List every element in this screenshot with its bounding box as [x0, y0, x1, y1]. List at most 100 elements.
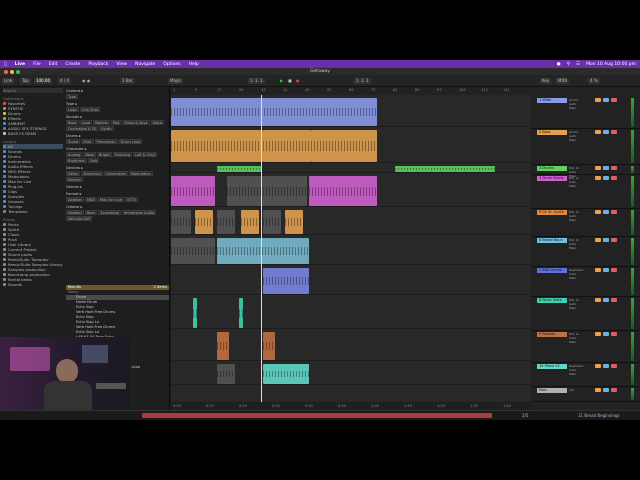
- clip[interactable]: [263, 130, 311, 162]
- control-center-icon[interactable]: ☰: [576, 62, 580, 67]
- metronome-icon[interactable]: ◉ ◉: [80, 78, 92, 84]
- track-name[interactable]: 6 Bread Boun: [537, 238, 567, 243]
- clip[interactable]: [171, 130, 263, 162]
- midi-map-button[interactable]: MIDI: [556, 78, 569, 84]
- link-button[interactable]: Link: [2, 78, 15, 84]
- track-name[interactable]: 1 Wide: [537, 98, 567, 103]
- solo-button[interactable]: [603, 268, 609, 272]
- clip[interactable]: [217, 210, 235, 234]
- track-activator-button[interactable]: [595, 332, 601, 336]
- search-icon[interactable]: ⚲: [567, 62, 570, 67]
- track-header[interactable]: 7 808 Drums Keyboard Auto Main: [531, 267, 640, 297]
- clip[interactable]: [263, 210, 281, 234]
- arrangement-position-field[interactable]: 1. 1. 1: [248, 78, 265, 84]
- menu-edit[interactable]: Edit: [49, 62, 58, 67]
- clip[interactable]: [217, 332, 229, 360]
- menu-playback[interactable]: Playback: [88, 62, 108, 67]
- stop-button[interactable]: ■: [286, 78, 294, 84]
- clip[interactable]: [239, 298, 243, 328]
- track-output[interactable]: Main: [569, 340, 591, 344]
- track-header[interactable]: 2 Bass All Ins Auto Main: [531, 129, 640, 165]
- filter-tag[interactable]: Lead: [79, 120, 93, 125]
- track-io[interactable]: Ext. In Auto Main: [569, 176, 591, 188]
- filter-tag[interactable]: Loop: [66, 107, 79, 112]
- zoom-window-icon[interactable]: [16, 70, 20, 74]
- track-activator-button[interactable]: [595, 268, 601, 272]
- filter-tag[interactable]: Ableton: [66, 210, 84, 215]
- arm-button[interactable]: [611, 176, 617, 180]
- filter-tag[interactable]: Type: [66, 94, 79, 99]
- track-io[interactable]: All Ins Auto Main: [569, 130, 591, 142]
- track-activator-button[interactable]: [595, 210, 601, 214]
- track-output[interactable]: Main: [569, 106, 591, 110]
- track-lane[interactable]: [171, 175, 531, 207]
- track-header[interactable]: 8 Sonic Suits Ext. In Auto Main: [531, 297, 640, 331]
- solo-button[interactable]: [603, 166, 609, 170]
- filter-tag[interactable]: Distortion: [81, 171, 103, 176]
- filter-tag[interactable]: Bass: [66, 120, 79, 125]
- loop-start-field[interactable]: 1. 1. 1: [354, 78, 371, 84]
- filter-tag[interactable]: MIDI: [84, 197, 97, 202]
- track-output[interactable]: Main: [569, 372, 591, 376]
- track-header[interactable]: 9 Rhoads Ext. In Auto Main: [531, 331, 640, 363]
- clip[interactable]: [285, 210, 303, 234]
- solo-button[interactable]: [603, 298, 609, 302]
- clip[interactable]: [171, 176, 215, 206]
- track-lane[interactable]: [171, 165, 531, 173]
- track-lane[interactable]: [171, 129, 531, 163]
- filter-tag[interactable]: Evolving: [112, 152, 133, 157]
- arm-button[interactable]: [611, 364, 617, 368]
- arm-button[interactable]: [611, 130, 617, 134]
- record-button[interactable]: ●: [294, 78, 302, 84]
- track-activator-button[interactable]: [595, 388, 601, 392]
- track-name[interactable]: 5 01 St. Synth: [537, 210, 567, 215]
- minimize-window-icon[interactable]: [10, 70, 14, 74]
- clip[interactable]: [195, 210, 213, 234]
- track-lane[interactable]: [171, 209, 531, 235]
- clip[interactable]: [311, 130, 377, 162]
- time-signature-field[interactable]: 4 / 4: [58, 78, 71, 84]
- clip[interactable]: [171, 98, 377, 126]
- arm-button[interactable]: [611, 98, 617, 102]
- filter-tag[interactable]: Valhalla DSP: [66, 216, 93, 221]
- arm-button[interactable]: [611, 298, 617, 302]
- track-name[interactable]: 9 Rhoads: [537, 332, 567, 337]
- scale-menu[interactable]: Major: [168, 78, 184, 84]
- track-activator-button[interactable]: [595, 364, 601, 368]
- wifi-icon[interactable]: ●: [557, 62, 561, 67]
- filter-tag[interactable]: Snare: [66, 139, 81, 144]
- track-header[interactable]: 5 01 St. Synth Ext. In Auto Main: [531, 209, 640, 237]
- track-name[interactable]: 3 Drums: [537, 166, 567, 171]
- track-activator-button[interactable]: [595, 130, 601, 134]
- track-lane[interactable]: [171, 237, 531, 265]
- solo-button[interactable]: [603, 130, 609, 134]
- track-output[interactable]: Main: [569, 138, 591, 142]
- collection-item[interactable]: BASS FX DRMS: [3, 131, 63, 136]
- clip[interactable]: [263, 268, 309, 294]
- menu-live[interactable]: Live: [15, 62, 25, 67]
- menubar-clock[interactable]: Mon 10 Aug 10:00 pm: [586, 62, 636, 67]
- menu-navigate[interactable]: Navigate: [135, 62, 155, 67]
- clip[interactable]: [217, 364, 235, 384]
- filter-tag[interactable]: Bear: [84, 210, 98, 215]
- solo-button[interactable]: [603, 98, 609, 102]
- track-activator-button[interactable]: [595, 166, 601, 170]
- track-io[interactable]: Ext. In Auto Main: [569, 238, 591, 250]
- track-name[interactable]: 10 Piano V2: [537, 364, 567, 369]
- menu-options[interactable]: Options: [163, 62, 180, 67]
- time-ruler[interactable]: 0:00 0:10 0:20 0:30 0:40 0:50 1:00 1:10 1:20 1:30…: [171, 402, 544, 410]
- track-header[interactable]: 10 Piano V2 Keyboard Auto Main: [531, 363, 640, 387]
- track-io[interactable]: All Ins Auto Main: [569, 98, 591, 110]
- quantize-menu[interactable]: 1 Bar: [120, 78, 135, 84]
- key-map-button[interactable]: Key: [540, 78, 552, 84]
- play-button[interactable]: ▶: [278, 78, 285, 84]
- filter-tag[interactable]: Piano & Keys: [122, 120, 150, 125]
- track-activator-button[interactable]: [595, 98, 601, 102]
- playhead[interactable]: [261, 95, 262, 402]
- arm-button[interactable]: [611, 332, 617, 336]
- clip[interactable]: [263, 332, 275, 360]
- arm-button[interactable]: [611, 268, 617, 272]
- track-activator-button[interactable]: [595, 238, 601, 242]
- track-io[interactable]: Ext. In Auto Main: [569, 210, 591, 222]
- filter-tag[interactable]: Reverb: [66, 177, 83, 182]
